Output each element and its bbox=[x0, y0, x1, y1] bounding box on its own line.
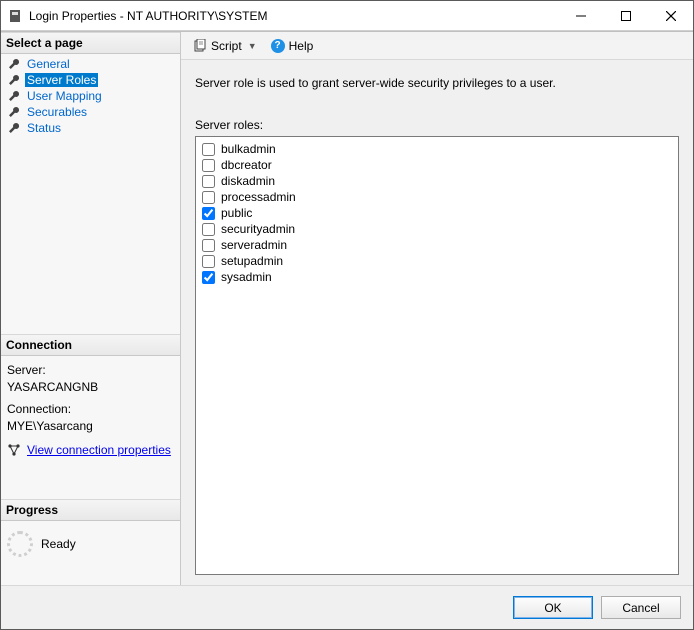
page-label: Server Roles bbox=[25, 73, 98, 87]
role-name: dbcreator bbox=[221, 157, 272, 173]
server-roles-listbox[interactable]: bulkadmindbcreatordiskadminprocessadminp… bbox=[195, 136, 679, 575]
content-area: Select a page General Server Roles User … bbox=[1, 31, 693, 585]
login-properties-dialog: Login Properties - NT AUTHORITY\SYSTEM S… bbox=[0, 0, 694, 630]
progress-body: Ready bbox=[1, 521, 180, 567]
role-row[interactable]: processadmin bbox=[202, 189, 672, 205]
role-name: diskadmin bbox=[221, 173, 275, 189]
page-label: General bbox=[25, 57, 72, 71]
titlebar: Login Properties - NT AUTHORITY\SYSTEM bbox=[1, 1, 693, 31]
left-pane: Select a page General Server Roles User … bbox=[1, 32, 181, 585]
wrench-icon bbox=[7, 106, 21, 118]
role-checkbox[interactable] bbox=[202, 223, 215, 236]
progress-header: Progress bbox=[1, 499, 180, 521]
script-icon bbox=[193, 39, 207, 53]
button-bar: OK Cancel bbox=[1, 585, 693, 629]
main-body: Server role is used to grant server-wide… bbox=[181, 60, 693, 585]
progress-status: Ready bbox=[41, 537, 76, 551]
connection-header: Connection bbox=[1, 334, 180, 356]
help-button[interactable]: ? Help bbox=[267, 37, 318, 55]
role-row[interactable]: serveradmin bbox=[202, 237, 672, 253]
right-pane: Script ▼ ? Help Server role is used to g… bbox=[181, 32, 693, 585]
role-checkbox[interactable] bbox=[202, 159, 215, 172]
server-value: YASARCANGNB bbox=[7, 379, 174, 396]
role-checkbox[interactable] bbox=[202, 271, 215, 284]
view-connection-properties-link[interactable]: View connection properties bbox=[27, 443, 171, 457]
toolbar: Script ▼ ? Help bbox=[181, 32, 693, 60]
role-row[interactable]: public bbox=[202, 205, 672, 221]
help-label: Help bbox=[289, 39, 314, 53]
script-button[interactable]: Script ▼ bbox=[189, 37, 261, 55]
minimize-button[interactable] bbox=[558, 1, 603, 30]
page-label: Securables bbox=[25, 105, 89, 119]
role-name: bulkadmin bbox=[221, 141, 276, 157]
close-button[interactable] bbox=[648, 1, 693, 30]
window-title: Login Properties - NT AUTHORITY\SYSTEM bbox=[29, 9, 558, 23]
help-icon: ? bbox=[271, 39, 285, 53]
role-checkbox[interactable] bbox=[202, 255, 215, 268]
role-row[interactable]: setupadmin bbox=[202, 253, 672, 269]
role-checkbox[interactable] bbox=[202, 143, 215, 156]
server-roles-label: Server roles: bbox=[195, 118, 679, 132]
network-icon bbox=[7, 443, 21, 457]
role-row[interactable]: securityadmin bbox=[202, 221, 672, 237]
wrench-icon bbox=[7, 90, 21, 102]
role-row[interactable]: bulkadmin bbox=[202, 141, 672, 157]
role-name: public bbox=[221, 205, 252, 221]
role-name: sysadmin bbox=[221, 269, 272, 285]
progress-spinner-icon bbox=[7, 531, 33, 557]
role-checkbox[interactable] bbox=[202, 207, 215, 220]
cancel-button[interactable]: Cancel bbox=[601, 596, 681, 619]
page-securables[interactable]: Securables bbox=[1, 104, 180, 120]
dropdown-arrow-icon: ▼ bbox=[248, 41, 257, 51]
wrench-icon bbox=[7, 74, 21, 86]
role-row[interactable]: dbcreator bbox=[202, 157, 672, 173]
connection-label: Connection: bbox=[7, 401, 174, 418]
page-label: Status bbox=[25, 121, 63, 135]
role-name: serveradmin bbox=[221, 237, 287, 253]
page-label: User Mapping bbox=[25, 89, 104, 103]
ok-button[interactable]: OK bbox=[513, 596, 593, 619]
app-icon bbox=[1, 9, 29, 23]
script-label: Script bbox=[211, 39, 242, 53]
page-user-mapping[interactable]: User Mapping bbox=[1, 88, 180, 104]
wrench-icon bbox=[7, 122, 21, 134]
role-checkbox[interactable] bbox=[202, 175, 215, 188]
role-checkbox[interactable] bbox=[202, 239, 215, 252]
select-page-header: Select a page bbox=[1, 32, 180, 54]
view-connection-row: View connection properties bbox=[1, 441, 180, 465]
wrench-icon bbox=[7, 58, 21, 70]
server-label: Server: bbox=[7, 362, 174, 379]
page-status[interactable]: Status bbox=[1, 120, 180, 136]
page-general[interactable]: General bbox=[1, 56, 180, 72]
role-name: processadmin bbox=[221, 189, 296, 205]
role-checkbox[interactable] bbox=[202, 191, 215, 204]
role-name: securityadmin bbox=[221, 221, 295, 237]
connection-value: MYE\Yasarcang bbox=[7, 418, 174, 435]
page-nav-list: General Server Roles User Mapping Secura… bbox=[1, 54, 180, 138]
role-row[interactable]: sysadmin bbox=[202, 269, 672, 285]
role-name: setupadmin bbox=[221, 253, 283, 269]
role-row[interactable]: diskadmin bbox=[202, 173, 672, 189]
description-text: Server role is used to grant server-wide… bbox=[195, 76, 679, 90]
connection-body: Server: YASARCANGNB Connection: MYE\Yasa… bbox=[1, 356, 180, 441]
maximize-button[interactable] bbox=[603, 1, 648, 30]
page-server-roles[interactable]: Server Roles bbox=[1, 72, 180, 88]
